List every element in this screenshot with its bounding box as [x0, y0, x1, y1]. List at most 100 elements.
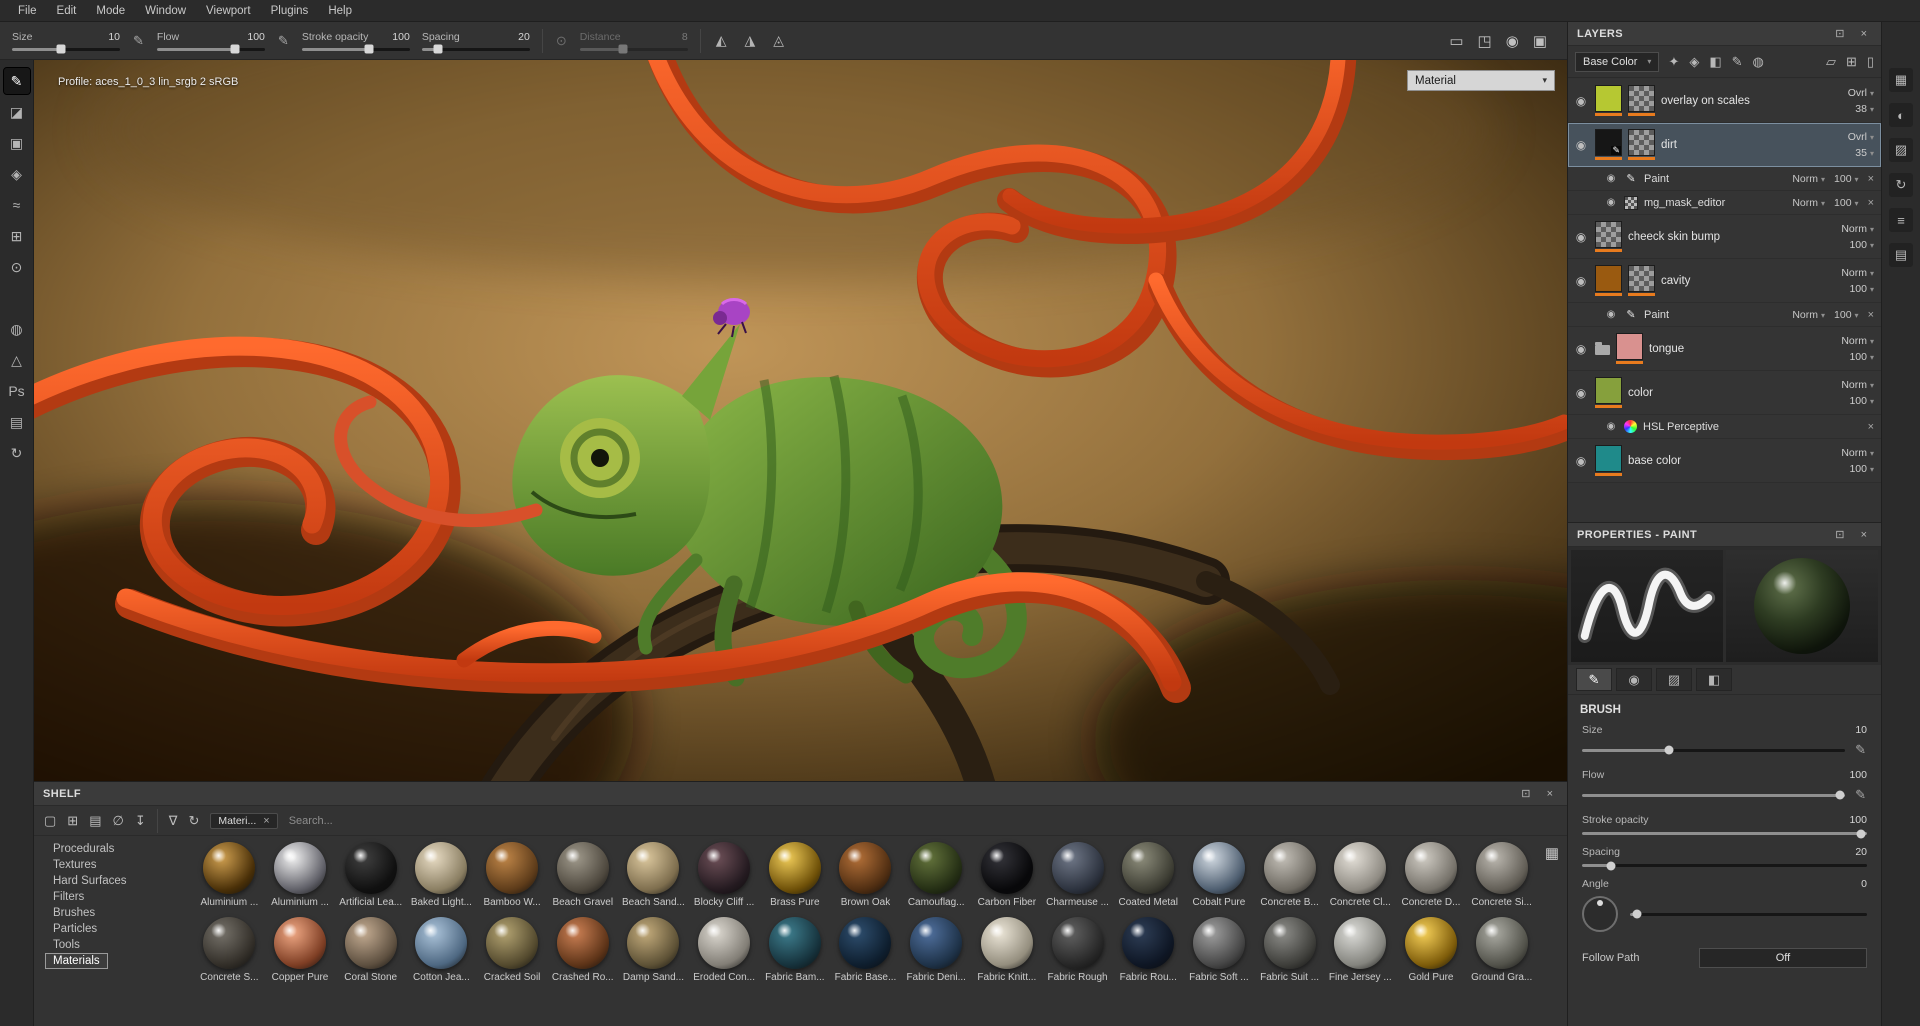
add-fill-layer-icon[interactable]: ◧: [1709, 54, 1721, 70]
add-folder-icon[interactable]: ▱: [1826, 54, 1836, 70]
blend-mode-select[interactable]: Norm▾: [1841, 379, 1874, 391]
menu-item-window[interactable]: Window: [135, 0, 196, 22]
effect-blend-select[interactable]: Norm▾: [1792, 173, 1825, 185]
layer-opacity-select[interactable]: 35▾: [1855, 147, 1874, 159]
alpha-tab[interactable]: ◉: [1616, 668, 1652, 691]
symmetry-x-icon[interactable]: ◭: [713, 32, 730, 49]
shelf-category-particles[interactable]: Particles: [46, 922, 104, 936]
float-panel-icon[interactable]: ⊡: [1832, 528, 1848, 541]
perspective-cube-icon[interactable]: ◳: [1478, 32, 1492, 50]
menu-item-mode[interactable]: Mode: [86, 0, 135, 22]
layer-opacity-select[interactable]: 38▾: [1855, 103, 1874, 115]
blend-mode-select[interactable]: Ovrl▾: [1848, 131, 1874, 143]
history-icon[interactable]: ↻: [1889, 173, 1913, 197]
channel-select[interactable]: Base Color ▾: [1575, 52, 1659, 72]
material-item[interactable]: Camouflag...: [901, 842, 972, 908]
layer-opacity-select[interactable]: 100▾: [1849, 351, 1874, 363]
layer-row-color[interactable]: ◉colorNorm▾100▾: [1568, 371, 1881, 415]
shader-settings-icon[interactable]: ◐: [1889, 103, 1913, 127]
layer-opacity-select[interactable]: 100▾: [1849, 395, 1874, 407]
param-slider[interactable]: [1582, 864, 1867, 867]
layer-row-base-color[interactable]: ◉base colorNorm▾100▾: [1568, 439, 1881, 483]
param-slider[interactable]: [302, 48, 410, 51]
blend-mode-select[interactable]: Norm▾: [1841, 447, 1874, 459]
close-panel-icon[interactable]: ×: [1856, 529, 1872, 541]
material-item[interactable]: Concrete Si...: [1466, 842, 1537, 908]
effect-row-paint[interactable]: ◉✎PaintNorm▾100▾×: [1568, 303, 1881, 327]
filter-icon[interactable]: ∇: [169, 813, 178, 829]
layer-visibility-icon[interactable]: ◉: [1573, 342, 1589, 356]
material-item[interactable]: Concrete D...: [1396, 842, 1467, 908]
shelf-category-hard-surfaces[interactable]: Hard Surfaces: [46, 874, 134, 888]
layer-opacity-select[interactable]: 100▾: [1849, 463, 1874, 475]
projection-tool[interactable]: ▣: [4, 130, 30, 156]
effect-row-mg-mask-editor[interactable]: ◉mg_mask_editorNorm▾100▾×: [1568, 191, 1881, 215]
pressure-pen-icon[interactable]: ✎: [1854, 787, 1867, 803]
effect-visibility-icon[interactable]: ◉: [1604, 197, 1618, 208]
import-resources-icon[interactable]: ↧: [135, 813, 146, 829]
remove-filter-icon[interactable]: ×: [263, 815, 269, 827]
material-item[interactable]: Concrete S...: [194, 917, 265, 983]
shelf-category-filters[interactable]: Filters: [46, 890, 91, 904]
material-item[interactable]: Brass Pure: [759, 842, 830, 908]
viewport[interactable]: Profile: aces_1_0_3 lin_srgb 2 sRGB Mate…: [34, 60, 1567, 781]
particles-tool[interactable]: ◍: [4, 316, 30, 342]
float-panel-icon[interactable]: ⊡: [1832, 27, 1848, 40]
texture-set-settings-icon[interactable]: ▨: [1889, 138, 1913, 162]
layer-visibility-icon[interactable]: ◉: [1573, 386, 1589, 400]
layer-visibility-icon[interactable]: ◉: [1573, 454, 1589, 468]
layer-row-dirt[interactable]: ◉✎dirtOvrl▾35▾: [1568, 123, 1881, 167]
layers-dock-icon[interactable]: ≡: [1889, 208, 1913, 232]
display-settings-icon[interactable]: ▦: [1889, 68, 1913, 92]
slider-handle[interactable]: [364, 45, 373, 54]
angle-dial[interactable]: [1582, 896, 1618, 932]
param-slider[interactable]: [1582, 794, 1845, 797]
material-item[interactable]: Concrete B...: [1254, 842, 1325, 908]
clone-tool[interactable]: ⊞: [4, 223, 30, 249]
layer-visibility-icon[interactable]: ◉: [1573, 230, 1589, 244]
material-item[interactable]: Carbon Fiber: [972, 842, 1043, 908]
material-item[interactable]: Fabric Rou...: [1113, 917, 1184, 983]
slider-handle[interactable]: [1857, 829, 1866, 838]
material-item[interactable]: Aluminium ...: [194, 842, 265, 908]
blend-mode-select[interactable]: Norm▾: [1841, 223, 1874, 235]
effect-opacity-select[interactable]: 100▾: [1834, 197, 1859, 209]
layer-opacity-select[interactable]: 100▾: [1849, 239, 1874, 251]
slider-handle[interactable]: [1606, 861, 1615, 870]
add-paint-layer-icon[interactable]: ✎: [1732, 54, 1743, 70]
menu-item-plugins[interactable]: Plugins: [261, 0, 319, 22]
shelf-category-materials[interactable]: Materials: [46, 954, 107, 968]
material-item[interactable]: Bamboo W...: [477, 842, 548, 908]
layer-opacity-select[interactable]: 100▾: [1849, 283, 1874, 295]
material-item[interactable]: Blocky Cliff ...: [689, 842, 760, 908]
slider-handle[interactable]: [618, 45, 627, 54]
material-item[interactable]: Fabric Deni...: [901, 917, 972, 983]
stroke-preview[interactable]: [1571, 550, 1723, 662]
effect-blend-select[interactable]: Norm▾: [1792, 309, 1825, 321]
effect-blend-select[interactable]: Norm▾: [1792, 197, 1825, 209]
material-item[interactable]: Copper Pure: [265, 917, 336, 983]
effect-opacity-select[interactable]: 100▾: [1834, 309, 1859, 321]
shelf-category-tools[interactable]: Tools: [46, 938, 87, 952]
angle-slider[interactable]: [1630, 913, 1867, 916]
material-item[interactable]: Aluminium ...: [265, 842, 336, 908]
remove-effect-icon[interactable]: ×: [1868, 421, 1874, 433]
param-slider[interactable]: [157, 48, 265, 51]
material-item[interactable]: Eroded Con...: [689, 917, 760, 983]
pressure-pen-icon[interactable]: ✎: [132, 33, 145, 49]
material-item[interactable]: Baked Light...: [406, 842, 477, 908]
slider-handle[interactable]: [1633, 910, 1642, 919]
close-panel-icon[interactable]: ×: [1856, 28, 1872, 40]
pressure-pen-icon[interactable]: ✎: [277, 33, 290, 49]
menu-item-file[interactable]: File: [8, 0, 47, 22]
effect-visibility-icon[interactable]: ◉: [1604, 173, 1618, 184]
material-item[interactable]: Brown Oak: [830, 842, 901, 908]
screenshot-icon[interactable]: ▣: [1533, 32, 1547, 50]
blend-mode-select[interactable]: Ovrl▾: [1848, 87, 1874, 99]
material-item[interactable]: Damp Sand...: [618, 917, 689, 983]
symmetry-radial-icon[interactable]: ◬: [770, 32, 787, 49]
shelf-search-input[interactable]: [289, 815, 509, 827]
refresh-icon[interactable]: ↻: [188, 813, 199, 829]
alerts-icon[interactable]: △: [4, 347, 30, 373]
distance-toggle-icon[interactable]: ⊙: [555, 33, 568, 49]
